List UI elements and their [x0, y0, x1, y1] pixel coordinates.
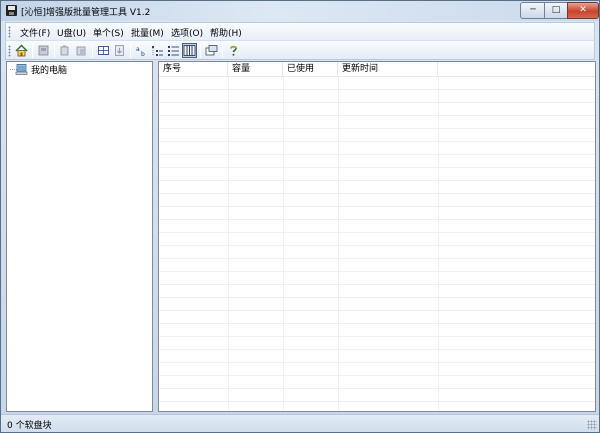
window-title: [沁恒]增强版批量管理工具 V1.2 — [21, 8, 151, 18]
column-header-used[interactable]: 已使用 — [283, 62, 338, 77]
toolbar-separator — [92, 43, 93, 58]
column-divider — [283, 77, 284, 411]
columns-icon — [183, 45, 196, 56]
list-icon — [152, 46, 163, 56]
columns-view-button[interactable] — [182, 43, 197, 58]
main-window: [沁恒]增强版批量管理工具 V1.2 ─ □ ✕ 文件(F) U盘(U) 单个(… — [0, 0, 600, 433]
window-button[interactable] — [204, 43, 219, 58]
column-header-capacity[interactable]: 容量 — [228, 62, 283, 77]
menu-single[interactable]: 单个(S) — [93, 26, 124, 39]
tree-list-button[interactable] — [150, 43, 165, 58]
svg-text:a: a — [136, 46, 140, 53]
status-bar: 0 个软盘块 — [1, 414, 599, 432]
close-button[interactable]: ✕ — [567, 2, 599, 19]
column-divider — [438, 77, 439, 411]
toolbar-grip-icon[interactable] — [8, 45, 11, 57]
minimize-button[interactable]: ─ — [520, 2, 545, 19]
title-bar[interactable]: [沁恒]增强版批量管理工具 V1.2 ─ □ ✕ — [1, 1, 599, 21]
toolbar-separator — [130, 43, 131, 58]
column-header-update-time[interactable]: 更新时间 — [338, 62, 438, 77]
sort-icon: a b — [136, 46, 145, 57]
export-button[interactable] — [112, 43, 127, 58]
maximize-button[interactable]: □ — [544, 2, 568, 19]
home-icon — [15, 44, 28, 57]
menu-batch[interactable]: 批量(M) — [131, 26, 164, 39]
file-list-view[interactable]: 序号 容量 已使用 更新时间 — [158, 61, 596, 412]
svg-text:b: b — [141, 51, 145, 57]
menu-udisk[interactable]: U盘(U) — [57, 26, 86, 39]
tree-item-label: 我的电脑 — [31, 66, 68, 76]
column-header-index[interactable]: 序号 — [159, 62, 228, 77]
help-icon — [230, 45, 237, 56]
sort-button[interactable]: a b — [134, 43, 149, 58]
toolbar-separator — [32, 43, 33, 58]
copy-button[interactable] — [58, 43, 73, 58]
home-button[interactable] — [14, 43, 29, 58]
menu-file[interactable]: 文件(F) — [20, 26, 50, 39]
paste-button[interactable] — [74, 43, 89, 58]
status-text: 0 个软盘块 — [7, 421, 52, 431]
floppy-disk-icon — [6, 5, 17, 16]
toolbar-separator — [222, 43, 223, 58]
column-divider — [228, 77, 229, 411]
export-icon — [115, 45, 124, 56]
tree-item-my-computer[interactable]: 我的电脑 — [15, 63, 67, 76]
menu-help[interactable]: 帮助(H) — [210, 26, 242, 39]
device-button[interactable] — [36, 43, 51, 58]
details-icon — [168, 46, 179, 56]
grid-icon — [98, 46, 109, 55]
toolbar-separator — [200, 43, 201, 58]
window-icon — [205, 45, 218, 56]
toolbar-separator — [54, 43, 55, 58]
menu-bar: 文件(F) U盘(U) 单个(S) 批量(M) 选项(O) 帮助(H) — [5, 22, 595, 40]
device-icon — [38, 45, 49, 56]
grid-button[interactable] — [96, 43, 111, 58]
resize-grip-icon[interactable] — [587, 420, 597, 430]
tree-view[interactable]: 我的电脑 — [6, 61, 153, 412]
help-button[interactable] — [226, 43, 241, 58]
menu-options[interactable]: 选项(O) — [171, 26, 203, 39]
copy-icon — [60, 45, 69, 56]
paste-icon — [76, 46, 86, 56]
menubar-grip-icon[interactable] — [8, 26, 11, 38]
toolbar: a b — [5, 40, 595, 60]
list-grid — [159, 77, 595, 411]
list-header: 序号 容量 已使用 更新时间 — [159, 62, 595, 77]
column-divider — [338, 77, 339, 411]
computer-icon — [15, 64, 28, 75]
details-button[interactable] — [166, 43, 181, 58]
